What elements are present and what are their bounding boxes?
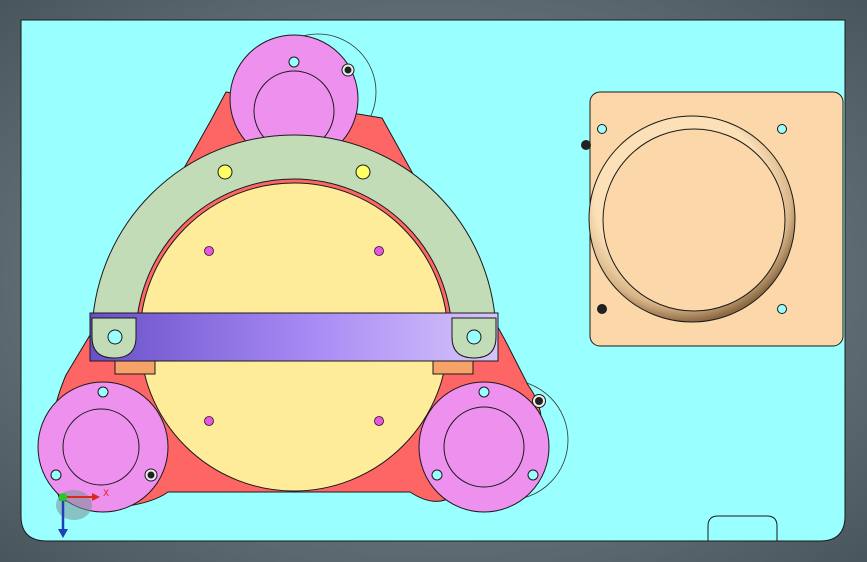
bottom-right-motor[interactable] xyxy=(418,381,550,513)
bottom-right-motor-hole-top xyxy=(478,386,490,398)
triad-origin xyxy=(59,493,67,501)
bracket-pad-right xyxy=(432,360,474,375)
cad-viewport[interactable]: X xyxy=(0,0,867,562)
bottom-left-motor-screw-core xyxy=(147,471,155,479)
disc-hole-2 xyxy=(374,246,384,256)
pivot-hole-right xyxy=(466,329,482,345)
cross-bar[interactable] xyxy=(89,312,499,362)
top-motor-screw-core xyxy=(344,66,352,74)
bottom-right-motor-screw-core xyxy=(535,397,543,405)
side-panel[interactable] xyxy=(581,91,844,347)
top-motor-hole xyxy=(288,56,300,68)
disc-hole-1 xyxy=(204,246,214,256)
bottom-left-motor-hole-left xyxy=(50,469,62,481)
bottom-right-motor-hole-right xyxy=(527,469,539,481)
disc-hole-4 xyxy=(374,416,384,426)
pivot-hole-left xyxy=(107,329,123,345)
side-panel-hole-bl xyxy=(597,304,607,314)
bottom-left-motor-hole-top xyxy=(97,386,109,398)
side-panel-edge-bolt xyxy=(581,140,591,150)
triad-x-label: X xyxy=(103,489,109,499)
bracket-pad-left xyxy=(114,360,156,375)
disc-hole-3 xyxy=(204,416,214,426)
side-panel-ring-inner xyxy=(602,128,786,312)
bottom-right-motor-hole-left xyxy=(431,469,443,481)
side-panel-hole-tl xyxy=(597,124,607,134)
side-panel-hole-tr xyxy=(777,124,787,134)
side-panel-hole-br xyxy=(777,304,787,314)
arc-hole-right xyxy=(355,164,371,180)
arc-hole-left xyxy=(217,164,233,180)
